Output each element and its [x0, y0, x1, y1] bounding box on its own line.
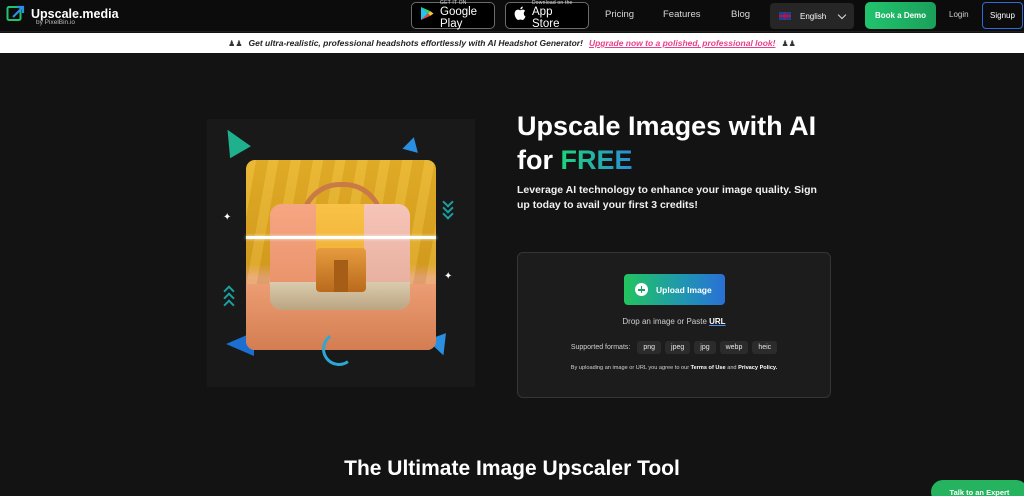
- people-icon: ♟♟: [228, 38, 243, 48]
- google-play-button[interactable]: GET IT ON Google Play: [411, 0, 495, 30]
- hero-title: Upscale Images with AI for FREE: [517, 110, 816, 178]
- sparkle-icon: ✦: [444, 271, 453, 282]
- apple-icon: [514, 6, 526, 25]
- format-chip-png: png: [637, 341, 662, 354]
- sparkle-icon: ✦: [223, 212, 232, 223]
- section-title: The Ultimate Image Upscaler Tool: [344, 457, 680, 480]
- google-play-label: Google Play: [440, 5, 478, 30]
- drop-text: Drop an image or Paste: [622, 317, 710, 326]
- app-store-label: App Store: [532, 5, 560, 30]
- uk-flag-icon: [779, 12, 791, 20]
- banner-text: Get ultra-realistic, professional headsh…: [248, 38, 583, 48]
- language-label: English: [800, 11, 827, 21]
- format-chip-webp: webp: [719, 341, 749, 354]
- chevron-down-icon: [837, 10, 847, 20]
- before-after-slider[interactable]: [246, 236, 436, 239]
- nav-link-blog[interactable]: Blog: [731, 9, 750, 20]
- top-navbar: Upscale.media by PixelBin.io GET IT ON G…: [0, 0, 1024, 32]
- terms-and: and: [725, 365, 739, 371]
- upload-button-label: Upload Image: [656, 284, 712, 295]
- people-icon: ♟♟: [781, 38, 796, 48]
- hero-title-line1: Upscale Images with AI: [517, 111, 817, 141]
- language-selector[interactable]: English: [770, 3, 854, 29]
- chevron-up-icon: [223, 285, 235, 311]
- talk-to-expert-button[interactable]: Talk to an Expert: [931, 480, 1024, 496]
- formats-label: Supported formats:: [570, 344, 631, 351]
- book-demo-button[interactable]: Book a Demo: [865, 2, 936, 29]
- signup-button[interactable]: Signup: [982, 2, 1023, 29]
- terms-notice: By uploading an image or URL you agree t…: [518, 365, 830, 371]
- format-chip-jpg: jpg: [694, 341, 716, 354]
- terms-of-use-link[interactable]: Terms of Use: [691, 365, 726, 371]
- hero-subtitle: Leverage AI technology to enhance your i…: [517, 184, 817, 212]
- login-link[interactable]: Login: [949, 10, 969, 19]
- promo-banner: ♟♟ Get ultra-realistic, professional hea…: [0, 33, 1024, 53]
- banner-upgrade-link[interactable]: Upgrade now to a polished, professional …: [589, 38, 776, 48]
- format-chip-heic: heic: [752, 341, 778, 354]
- app-store-button[interactable]: Download on the App Store: [505, 0, 589, 30]
- nav-link-pricing[interactable]: Pricing: [605, 9, 634, 20]
- format-chip-jpeg: jpeg: [665, 341, 691, 354]
- hero-title-free: FREE: [560, 144, 633, 175]
- privacy-policy-link[interactable]: Privacy Policy.: [738, 365, 777, 371]
- chevron-down-icon: [442, 196, 454, 220]
- google-play-icon: [420, 6, 434, 26]
- upload-card[interactable]: Upload Image Drop an image or Paste URL …: [517, 252, 831, 398]
- logo-subtitle: by PixelBin.io: [36, 19, 76, 26]
- drop-instructions: Drop an image or Paste URL: [518, 317, 830, 326]
- hero-title-for: for: [517, 144, 561, 175]
- bag-sample-image: [246, 160, 436, 350]
- plus-icon: [635, 283, 648, 296]
- terms-prefix: By uploading an image or URL you agree t…: [570, 365, 691, 371]
- nav-link-features[interactable]: Features: [663, 9, 701, 20]
- upscale-logo-icon: [6, 4, 26, 24]
- paste-url-link[interactable]: URL: [709, 317, 725, 326]
- upload-image-button[interactable]: Upload Image: [624, 274, 725, 305]
- supported-formats: Supported formats: png jpeg jpg webp hei…: [518, 341, 830, 354]
